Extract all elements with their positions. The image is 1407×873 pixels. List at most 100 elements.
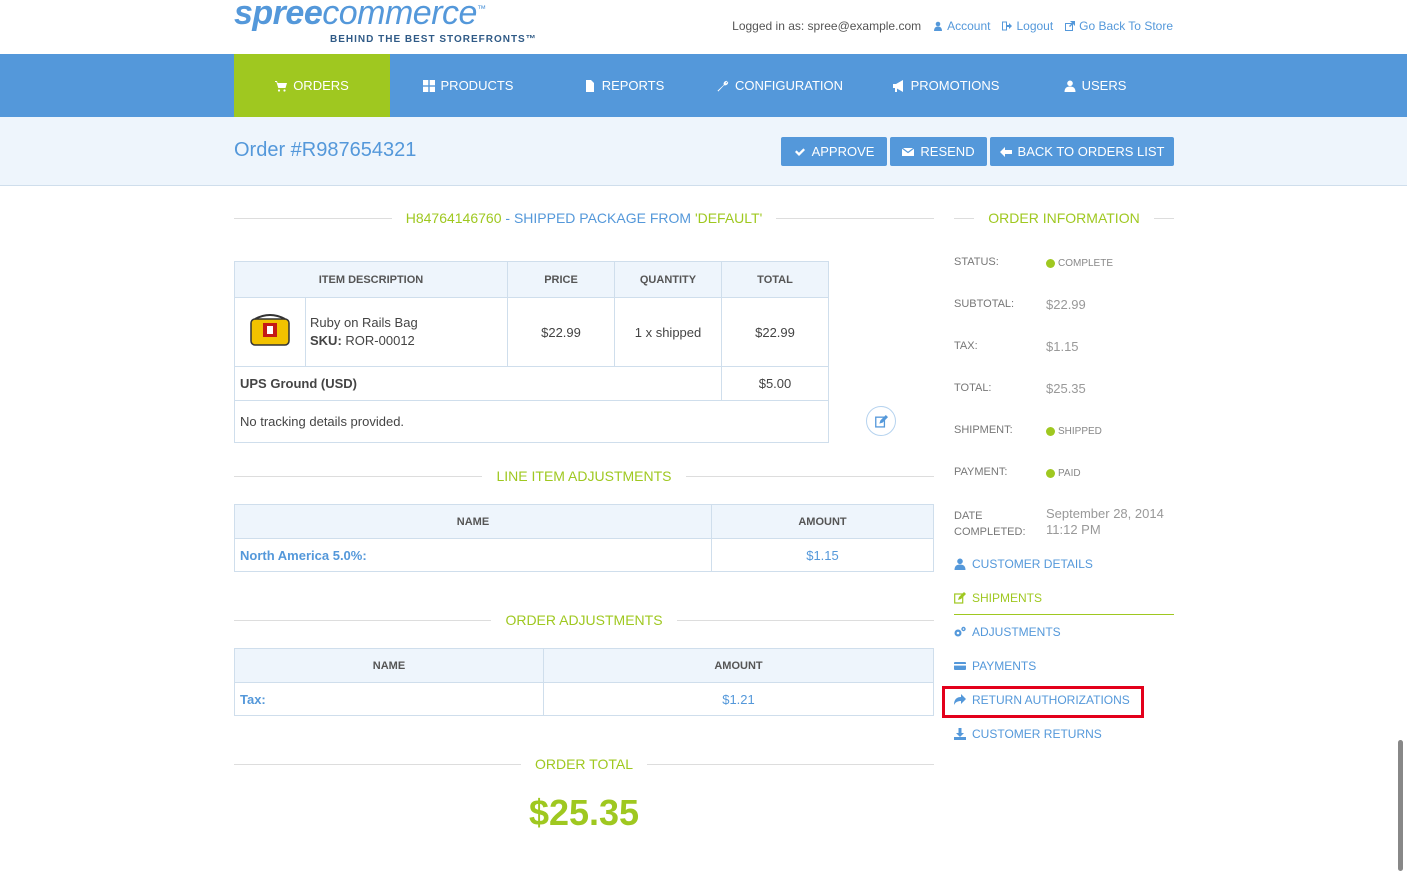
product-image-cell	[234, 297, 306, 367]
shipment-state-badge: SHIPPED	[1046, 424, 1102, 439]
back-to-store-label: Go Back To Store	[1079, 19, 1173, 33]
date-label-line-2: COMPLETED:	[954, 526, 1026, 538]
nav-reports-label: REPORTS	[601, 78, 665, 93]
order-information-title: ORDER INFORMATION	[954, 208, 1174, 228]
date-label-line-1: DATE	[954, 510, 983, 522]
payments-link[interactable]: PAYMENTS	[954, 659, 1036, 673]
nav-promotions-label: PROMOTIONS	[910, 78, 1000, 93]
logo[interactable]: spreecommerce™	[234, 0, 486, 33]
nav-users[interactable]: USERS	[1017, 54, 1173, 117]
date-completed-date: September 28, 2014	[1046, 506, 1164, 521]
customer-details-link[interactable]: CUSTOMER DETAILS	[954, 557, 1093, 571]
divider	[776, 217, 934, 219]
scrollbar-thumb[interactable]	[1398, 740, 1403, 871]
shipments-link[interactable]: SHIPMENTS	[954, 591, 1042, 605]
item-total: $22.99	[721, 297, 829, 367]
account-label: Account	[947, 19, 991, 33]
return-authorizations-link[interactable]: RETURN AUTHORIZATIONS	[954, 693, 1130, 707]
nav-products[interactable]: PRODUCTS	[390, 54, 546, 117]
total-value: $25.35	[1046, 381, 1086, 396]
resend-label: RESEND	[920, 144, 975, 159]
column-header: PRICE	[507, 261, 615, 298]
logo-tagline: BEHIND THE BEST STOREFRONTS™	[330, 34, 537, 45]
payment-state-label: PAYMENT:	[954, 466, 1008, 478]
order-total-title-text: ORDER TOTAL	[534, 756, 634, 772]
download-icon	[954, 728, 966, 740]
credit-card-icon	[954, 662, 966, 670]
logout-link[interactable]: Logout	[1002, 19, 1053, 33]
account-link[interactable]: Account	[933, 19, 990, 33]
customer-details-label: CUSTOMER DETAILS	[972, 557, 1093, 571]
adjustment-amount: $1.21	[543, 682, 934, 716]
logo-spree: spree	[234, 0, 323, 32]
product-description-cell: Ruby on Rails Bag SKU: ROR-00012	[305, 297, 508, 367]
date-completed-label: DATE COMPLETED:	[954, 508, 1026, 540]
stock-location: 'DEFAULT'	[694, 210, 763, 226]
table-row: Ruby on Rails Bag SKU: ROR-00012 $22.99 …	[234, 297, 829, 367]
edit-tracking-button[interactable]	[866, 406, 896, 436]
shipments-label: SHIPMENTS	[972, 591, 1043, 605]
divider	[1153, 217, 1174, 219]
envelope-icon	[902, 147, 915, 156]
line-item-adjustments-table: NAME AMOUNT North America 5.0%: $1.15	[234, 504, 934, 572]
adjustment-name: North America 5.0%:	[234, 538, 712, 572]
order-adjustments-title-text: ORDER ADJUSTMENTS	[505, 612, 663, 628]
nav-promotions[interactable]: PROMOTIONS	[868, 54, 1024, 117]
item-quantity: 1 x shipped	[614, 297, 722, 367]
tracking-number[interactable]: H84764146760	[406, 210, 502, 226]
divider	[234, 217, 392, 219]
product-name[interactable]: Ruby on Rails Bag	[310, 314, 506, 332]
back-to-orders-button[interactable]: BACK TO ORDERS LIST	[990, 137, 1174, 166]
tax-label: TAX:	[954, 340, 978, 352]
arrow-left-icon	[999, 146, 1012, 157]
customer-returns-label: CUSTOMER RETURNS	[972, 727, 1102, 741]
status-label: STATUS:	[954, 256, 999, 268]
approve-button[interactable]: APPROVE	[781, 137, 887, 166]
column-header: ITEM DESCRIPTION	[234, 261, 508, 298]
user-icon	[934, 21, 943, 31]
line-item-adjustments-title: LINE ITEM ADJUSTMENTS	[234, 466, 934, 486]
order-adjustments-table: NAME AMOUNT Tax: $1.21	[234, 648, 934, 716]
cogs-icon	[954, 626, 966, 637]
logo-commerce: commerce	[322, 0, 477, 32]
divider	[954, 217, 975, 219]
back-to-store-link[interactable]: Go Back To Store	[1065, 19, 1173, 33]
subtotal-value: $22.99	[1046, 297, 1086, 312]
nav-products-label: PRODUCTS	[440, 78, 514, 93]
nav-configuration[interactable]: CONFIGURATION	[702, 54, 858, 117]
divider	[685, 475, 934, 477]
adjustments-link[interactable]: ADJUSTMENTS	[954, 625, 1061, 639]
nav-users-label: USERS	[1081, 78, 1127, 93]
status-badge: COMPLETE	[1046, 256, 1113, 271]
column-header: QUANTITY	[614, 261, 722, 298]
shipment-title: H84764146760 - SHIPPED PACKAGE FROM 'DEF…	[234, 208, 934, 228]
approve-label: APPROVE	[811, 144, 875, 159]
grid-icon	[422, 79, 435, 92]
edit-icon	[874, 414, 888, 428]
divider	[647, 763, 934, 765]
order-total-title: ORDER TOTAL	[234, 754, 934, 774]
logged-in-as: Logged in as: spree@example.com	[732, 19, 922, 33]
resend-button[interactable]: RESEND	[890, 137, 987, 166]
adjustment-name: Tax:	[234, 682, 544, 716]
logout-label: Logout	[1016, 19, 1054, 33]
shipping-cost: $5.00	[721, 366, 829, 401]
table-row: No tracking details provided.	[234, 400, 829, 443]
order-information-title-text: ORDER INFORMATION	[988, 210, 1140, 226]
user-icon	[954, 558, 966, 570]
subtotal-label: SUBTOTAL:	[954, 298, 1015, 310]
shipment-title-middle: - SHIPPED PACKAGE FROM	[501, 210, 695, 226]
column-header: NAME	[234, 648, 544, 683]
share-icon	[954, 694, 966, 705]
nav-configuration-label: CONFIGURATION	[734, 78, 844, 93]
table-header-row: NAME AMOUNT	[234, 504, 934, 539]
active-link-underline	[954, 614, 1174, 615]
page-header	[0, 117, 1407, 186]
line-item-adjustments-title-text: LINE ITEM ADJUSTMENTS	[496, 468, 672, 484]
payments-label: PAYMENTS	[972, 659, 1037, 673]
sku-label: SKU:	[310, 333, 342, 348]
table-row: Tax: $1.21	[234, 682, 934, 716]
nav-orders[interactable]: ORDERS	[234, 54, 390, 117]
nav-reports[interactable]: REPORTS	[546, 54, 702, 117]
customer-returns-link[interactable]: CUSTOMER RETURNS	[954, 727, 1102, 741]
